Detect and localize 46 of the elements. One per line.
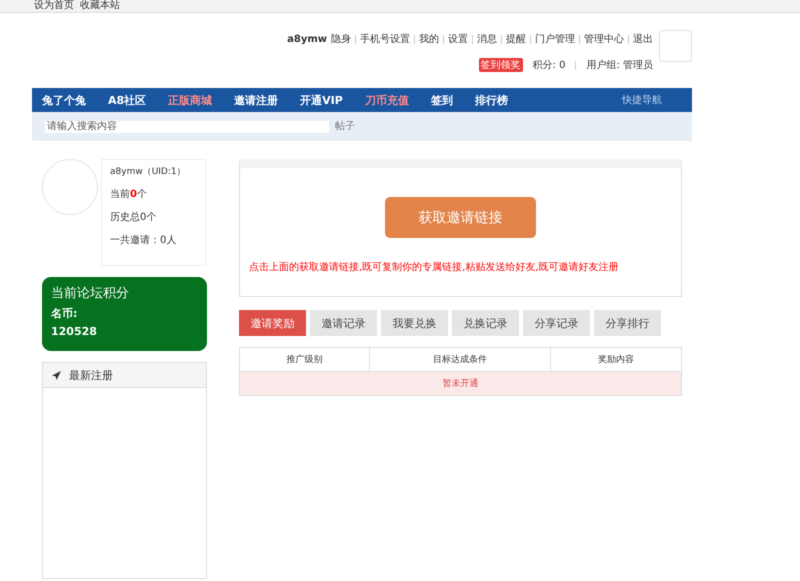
user-link[interactable]: 隐身 bbox=[331, 32, 351, 46]
tab[interactable]: 邀请奖励 bbox=[239, 310, 306, 336]
user-link[interactable]: 门户管理 bbox=[535, 32, 575, 46]
user-group-text: 用户组: 管理员 bbox=[586, 58, 653, 72]
search-field[interactable]: 请输入搜索内容 bbox=[45, 120, 329, 132]
user-link[interactable]: 手机号设置 bbox=[360, 32, 410, 46]
nav-item[interactable]: 开通VIP bbox=[300, 92, 343, 108]
quick-nav[interactable]: 快捷导航 bbox=[622, 93, 662, 107]
nav-item[interactable]: 签到 bbox=[430, 92, 453, 108]
user-link[interactable]: 提醒 bbox=[506, 32, 526, 46]
score-label: 名币: bbox=[51, 306, 78, 321]
profile-name: a8ymw（UID:1） bbox=[110, 166, 187, 179]
column-header: 目标达成条件 bbox=[370, 348, 551, 371]
score-title: 当前论坛积分 bbox=[51, 285, 130, 302]
tab[interactable]: 邀请记录 bbox=[310, 310, 377, 336]
score-value: 120528 bbox=[51, 325, 98, 338]
nav-item[interactable]: A8社区 bbox=[108, 92, 146, 108]
invite-hint: 点击上面的获取邀请链接,既可复制你的专属链接,粘贴发送给好友,既可邀请好友注册 bbox=[249, 260, 619, 274]
panel-title: 最新注册 bbox=[69, 368, 113, 382]
nav-item[interactable]: 排行榜 bbox=[474, 92, 508, 108]
nav-item[interactable]: 邀请注册 bbox=[234, 92, 278, 108]
avatar[interactable] bbox=[659, 30, 692, 62]
top-link[interactable]: 收藏本站 bbox=[80, 0, 120, 12]
nav-item[interactable]: 兔了个兔 bbox=[42, 92, 86, 108]
username[interactable]: a8ymw bbox=[287, 34, 327, 44]
search-scope[interactable]: 帖子 bbox=[335, 120, 355, 132]
tab[interactable]: 分享记录 bbox=[523, 310, 590, 336]
invited-count: 一共邀请：0人 bbox=[110, 234, 178, 248]
tab[interactable]: 我要兑换 bbox=[381, 310, 448, 336]
checkin-badge[interactable]: 签到领奖 bbox=[478, 58, 523, 72]
user-link[interactable]: 退出 bbox=[633, 32, 653, 46]
top-link[interactable]: 设为首页 bbox=[34, 0, 74, 12]
column-header: 奖励内容 bbox=[597, 354, 635, 367]
user-link[interactable]: 管理中心 bbox=[584, 32, 624, 46]
history-count: 历史总0个 bbox=[110, 211, 158, 225]
profile-avatar bbox=[42, 159, 98, 215]
send-icon bbox=[52, 370, 61, 380]
user-link[interactable]: 消息 bbox=[477, 32, 497, 46]
user-link[interactable]: 设置 bbox=[448, 32, 468, 46]
empty-row: 暂未开通 bbox=[240, 372, 681, 395]
user-link[interactable]: 我的 bbox=[419, 32, 439, 46]
current-count: 当前0个 bbox=[110, 188, 148, 202]
points-text: 积分: 0 bbox=[532, 59, 566, 72]
column-header: 推广级别 bbox=[240, 348, 370, 371]
tab[interactable]: 分享排行 bbox=[594, 310, 661, 336]
tab[interactable]: 兑换记录 bbox=[452, 310, 519, 336]
